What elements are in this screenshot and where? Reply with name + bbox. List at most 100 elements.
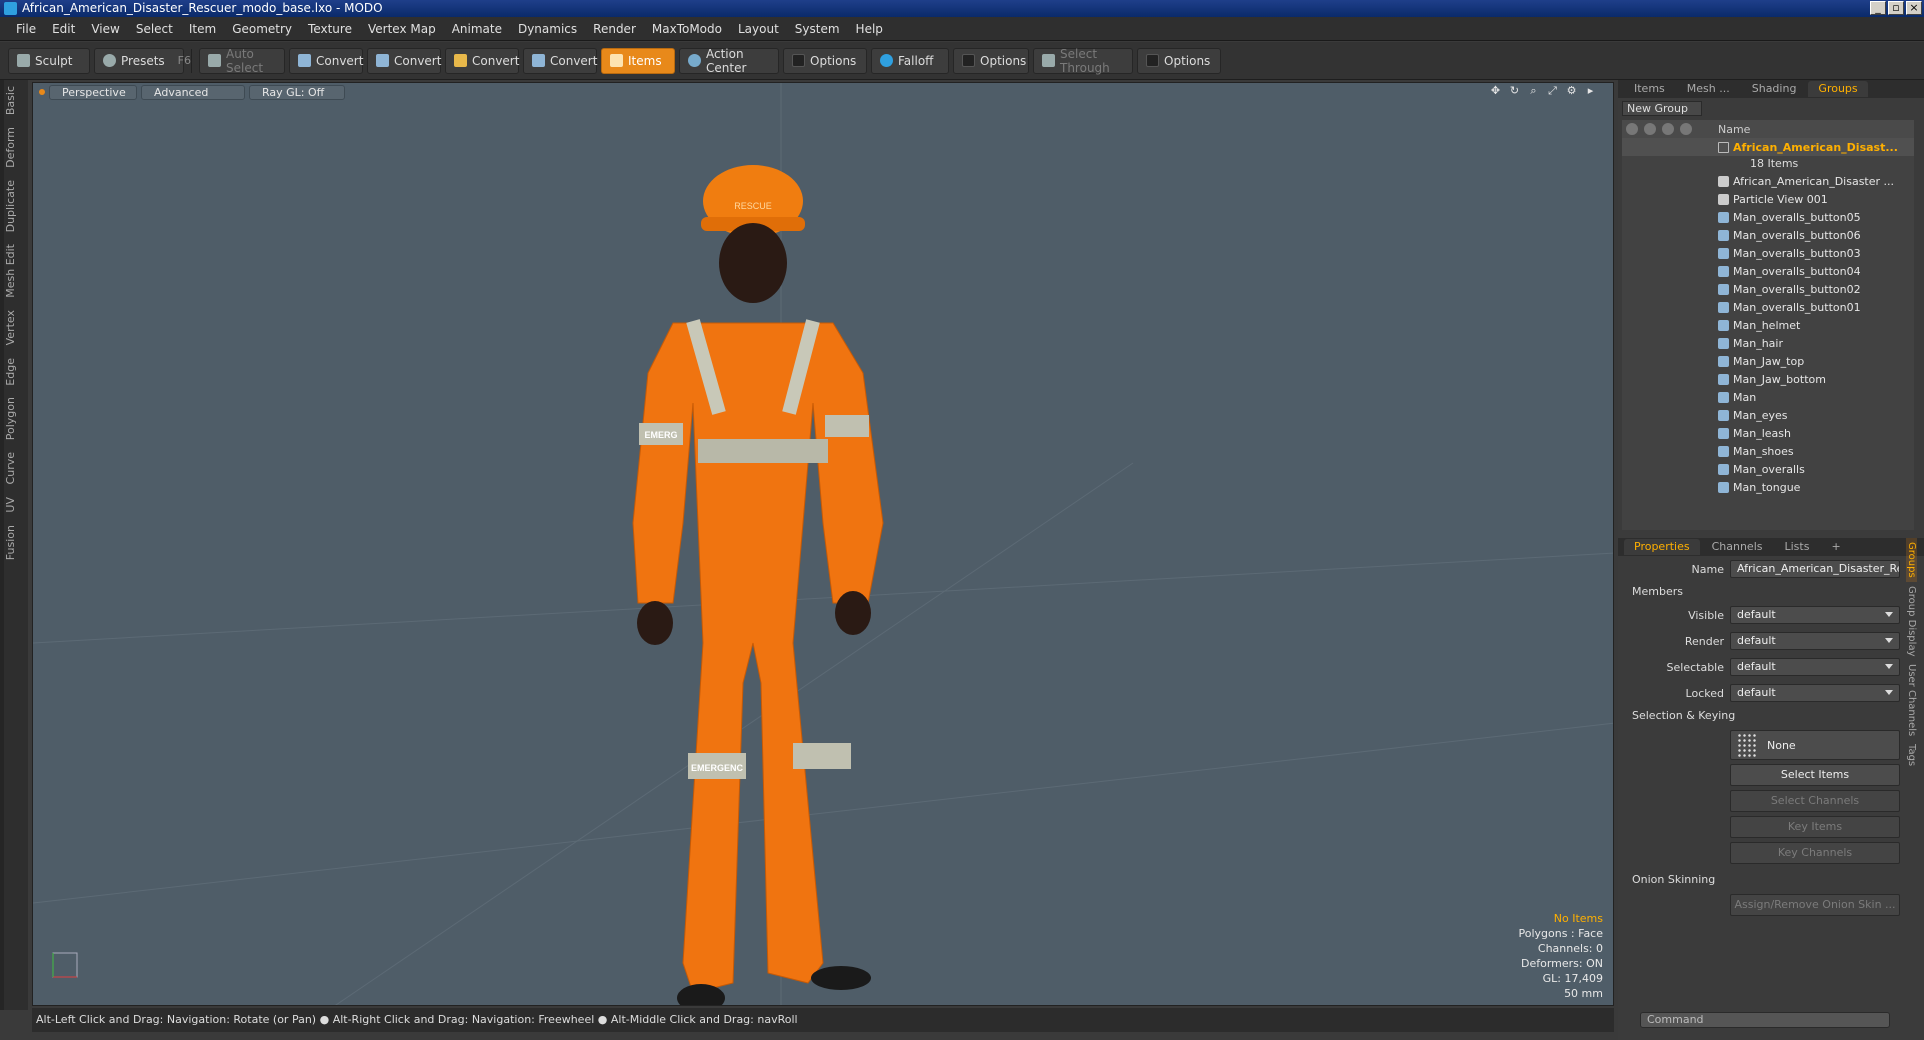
list-item[interactable]: Man_helmet	[1622, 316, 1914, 334]
command-input[interactable]: Command	[1640, 1012, 1890, 1028]
select-icon[interactable]	[1680, 123, 1692, 135]
tab-items[interactable]: Items	[1624, 81, 1675, 97]
menu-vertex-map[interactable]: Vertex Map	[360, 22, 444, 36]
convert-vertices-button[interactable]: Convert	[289, 47, 363, 74]
menu-texture[interactable]: Texture	[300, 22, 360, 36]
menu-help[interactable]: Help	[848, 22, 891, 36]
key-items-button[interactable]: Key Items	[1730, 816, 1900, 838]
eye-icon[interactable]	[1626, 123, 1638, 135]
menu-select[interactable]: Select	[128, 22, 181, 36]
gear-icon[interactable]: ⚙	[1565, 84, 1578, 97]
list-item[interactable]: Man_tongue	[1622, 478, 1914, 496]
action-center-button[interactable]: Action Center	[679, 47, 779, 75]
tab-groups[interactable]: Groups	[1808, 81, 1868, 97]
selection-keying-section[interactable]: Selection & Keying	[1618, 706, 1924, 726]
tab-vertex[interactable]: Vertex	[4, 304, 28, 351]
locked-dropdown[interactable]: default	[1730, 684, 1900, 702]
list-item[interactable]: Man_Jaw_bottom	[1622, 370, 1914, 388]
tab-shading[interactable]: Shading	[1742, 81, 1807, 97]
select-channels-button[interactable]: Select Channels	[1730, 790, 1900, 812]
convert-edges-button[interactable]: Convert	[367, 47, 441, 74]
list-item[interactable]: Man_overalls_button02	[1622, 280, 1914, 298]
key-channels-button[interactable]: Key Channels	[1730, 842, 1900, 864]
list-item[interactable]: Man_overalls	[1622, 460, 1914, 478]
selectable-dropdown[interactable]: default	[1730, 658, 1900, 676]
list-item[interactable]: Man_overalls_button03	[1622, 244, 1914, 262]
menu-render[interactable]: Render	[585, 22, 644, 36]
assign-onion-skin-button[interactable]: Assign/Remove Onion Skin ...	[1730, 894, 1900, 916]
list-item[interactable]: Man_Jaw_top	[1622, 352, 1914, 370]
group-row[interactable]: African_American_Disast...	[1622, 138, 1914, 156]
side-tab-tags[interactable]: Tags	[1906, 740, 1917, 770]
selection-none-button[interactable]: None	[1730, 730, 1900, 760]
falloff-button[interactable]: Falloff	[871, 47, 949, 74]
fit-icon[interactable]: ⤢	[1546, 84, 1559, 97]
side-tab-groups[interactable]: Groups	[1906, 538, 1917, 582]
menu-edit[interactable]: Edit	[44, 22, 83, 36]
list-item[interactable]: African_American_Disaster ...	[1622, 172, 1914, 190]
add-tab-button[interactable]: +	[1821, 539, 1850, 555]
group-name-field[interactable]: African_American_Disaster_Resc	[1730, 560, 1900, 578]
list-item[interactable]: Man_eyes	[1622, 406, 1914, 424]
viewport-menu-dot[interactable]	[39, 89, 45, 95]
action-center-options-button[interactable]: Options	[783, 47, 867, 74]
lock-icon[interactable]	[1662, 123, 1674, 135]
render-dropdown[interactable]: default	[1730, 632, 1900, 650]
minimize-button[interactable]: _	[1870, 1, 1886, 15]
view-type-dropdown[interactable]: Perspective	[49, 84, 137, 100]
menu-system[interactable]: System	[787, 22, 848, 36]
tab-deform[interactable]: Deform	[4, 121, 28, 174]
menu-geometry[interactable]: Geometry	[224, 22, 300, 36]
tab-channels[interactable]: Channels	[1702, 539, 1773, 555]
chevron-right-icon[interactable]: ▸	[1584, 84, 1597, 97]
onion-skinning-section[interactable]: Onion Skinning	[1618, 870, 1924, 890]
select-items-button[interactable]: Select Items	[1730, 764, 1900, 786]
raygl-toggle[interactable]: Ray GL: Off	[249, 84, 345, 100]
zoom-icon[interactable]: ⌕	[1527, 84, 1540, 97]
menu-maxtomodo[interactable]: MaxToModo	[644, 22, 730, 36]
menu-item[interactable]: Item	[181, 22, 224, 36]
menu-dynamics[interactable]: Dynamics	[510, 22, 585, 36]
list-item[interactable]: Particle View 001	[1622, 190, 1914, 208]
new-group-button[interactable]: New Group	[1622, 101, 1702, 116]
list-item[interactable]: Man	[1622, 388, 1914, 406]
tab-basic[interactable]: Basic	[4, 80, 28, 121]
side-tab-group-display[interactable]: Group Display	[1906, 582, 1917, 660]
tab-polygon[interactable]: Polygon	[4, 391, 28, 446]
items-mode-button[interactable]: Items	[601, 47, 675, 74]
tab-uv[interactable]: UV	[4, 491, 28, 519]
select-through-button[interactable]: Select Through	[1033, 47, 1133, 75]
rotate-icon[interactable]: ↻	[1508, 84, 1521, 97]
sculpt-button[interactable]: Sculpt	[8, 47, 90, 74]
tab-lists[interactable]: Lists	[1775, 539, 1820, 555]
list-item[interactable]: Man_shoes	[1622, 442, 1914, 460]
list-item[interactable]: Man_overalls_button05	[1622, 208, 1914, 226]
presets-button[interactable]: Presets F6	[94, 47, 191, 74]
3d-viewport[interactable]: RESCUE EMERG EMERGENC Perspective Advanc…	[32, 82, 1614, 1006]
convert-materials-button[interactable]: Convert	[523, 47, 597, 74]
members-section[interactable]: Members	[1618, 582, 1924, 602]
list-item[interactable]: Man_overalls_button01	[1622, 298, 1914, 316]
falloff-options-button[interactable]: Options	[953, 47, 1029, 74]
tab-edge[interactable]: Edge	[4, 352, 28, 392]
tab-curve[interactable]: Curve	[4, 446, 28, 490]
pan-icon[interactable]: ✥	[1489, 84, 1502, 97]
menu-view[interactable]: View	[83, 22, 127, 36]
list-item[interactable]: Man_overalls_button04	[1622, 262, 1914, 280]
auto-select-button[interactable]: Auto Select	[199, 47, 285, 75]
visibility-toggles[interactable]	[1622, 138, 1718, 156]
menu-file[interactable]: File	[8, 22, 44, 36]
list-item[interactable]: Man_hair	[1622, 334, 1914, 352]
convert-polygons-button[interactable]: Convert	[445, 47, 519, 74]
shading-dropdown[interactable]: Advanced	[141, 84, 245, 100]
side-tab-user-channels[interactable]: User Channels	[1906, 660, 1917, 740]
visible-dropdown[interactable]: default	[1730, 606, 1900, 624]
render-icon[interactable]	[1644, 123, 1656, 135]
tab-mesh-edit[interactable]: Mesh Edit	[4, 238, 28, 304]
select-through-options-button[interactable]: Options	[1137, 47, 1221, 74]
close-button[interactable]: ×	[1906, 1, 1922, 15]
tab-properties[interactable]: Properties	[1624, 539, 1700, 555]
maximize-button[interactable]: ▫	[1888, 1, 1904, 15]
list-item[interactable]: Man_overalls_button06	[1622, 226, 1914, 244]
list-item[interactable]: Man_leash	[1622, 424, 1914, 442]
